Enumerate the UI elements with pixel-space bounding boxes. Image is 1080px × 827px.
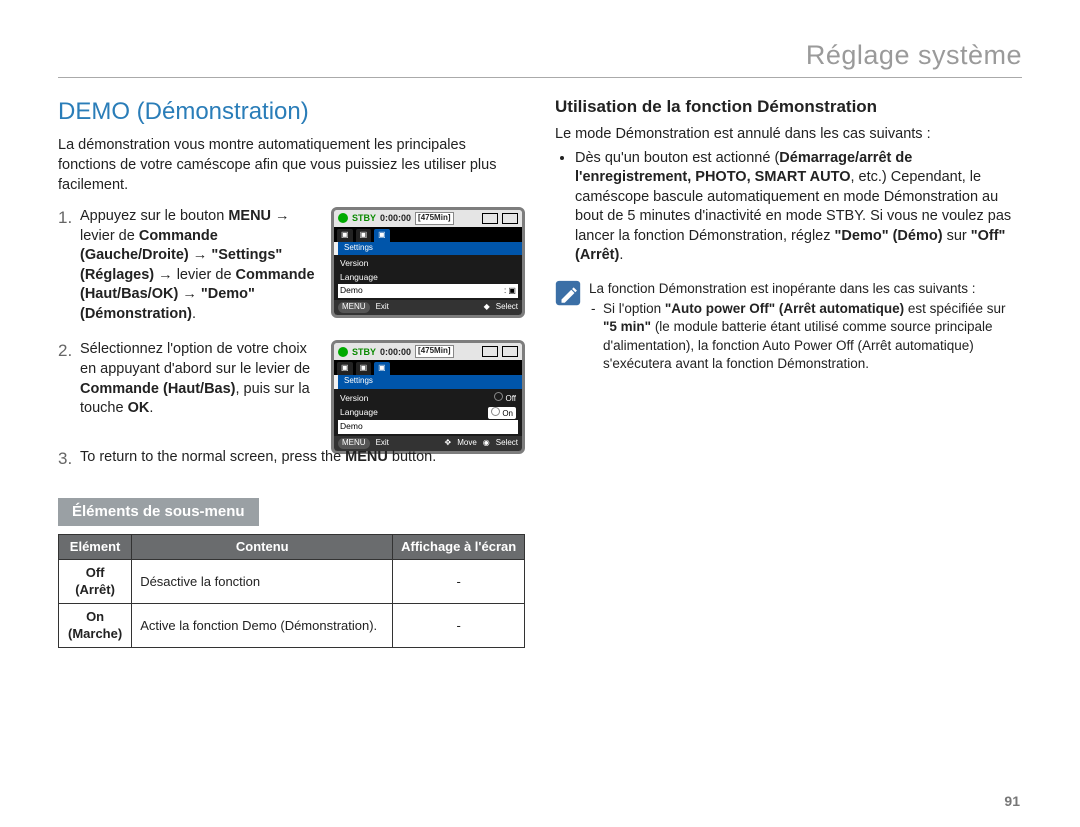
col-display: Affichage à l'écran [393, 535, 525, 560]
submenu-heading: Éléments de sous-menu [58, 498, 259, 526]
tab-icon: ▣ [337, 229, 353, 242]
lcd-tabs: ▣ ▣ ▣ [334, 360, 522, 375]
lcd-status-bar: STBY 0:00:00 [475Min] [334, 343, 522, 360]
step-3: To return to the normal screen, press th… [80, 448, 525, 468]
col-element: Elément [59, 535, 132, 560]
cell-display: - [393, 603, 525, 647]
joystick-icon: ◆ [484, 302, 490, 313]
lcd-screenshot-2: STBY 0:00:00 [475Min] ▣ ▣ ▣ Settin [331, 340, 525, 453]
menu-label: MENU [228, 208, 271, 224]
lcd-value-on-selected: On [488, 407, 516, 420]
lcd-menu-item: Language On [338, 406, 518, 421]
step-2: Sélectionnez l'option de votre choix en … [80, 340, 525, 432]
page-title: Réglage système [58, 40, 1022, 78]
lcd-menu-item-selected: Demo: ▣ [338, 284, 518, 297]
lcd-menu-btn: MENU [338, 438, 370, 449]
lcd-tab-label: Settings [338, 375, 522, 389]
left-column: DEMO (Démonstration) La démonstration vo… [58, 96, 525, 648]
lcd-select-label: Select [496, 438, 518, 449]
joystick-icon: ◉ [483, 438, 490, 449]
remaining-label: [475Min] [415, 345, 453, 358]
section-heading: DEMO (Démonstration) [58, 96, 525, 128]
record-dot-icon [338, 213, 348, 223]
lcd-move-label: Move [457, 438, 477, 449]
lcd-menu-btn: MENU [338, 302, 370, 313]
two-column-layout: DEMO (Démonstration) La démonstration vo… [58, 96, 1022, 648]
tab-icon: ▣ [356, 362, 372, 375]
lcd-menu-item-selected: Demo [338, 420, 518, 433]
lcd-menu-item: Language [338, 271, 518, 284]
step-1: Appuyez sur le bouton MENU → levier de C… [80, 207, 525, 324]
lcd-exit-label: Exit [376, 302, 389, 313]
lcd-tabs: ▣ ▣ ▣ [334, 227, 522, 242]
table-header-row: Elément Contenu Affichage à l'écran [59, 535, 525, 560]
note-item: Si l'option "Auto power Off" (Arrêt auto… [603, 300, 1022, 373]
tab-icon-active: ▣ [374, 229, 390, 242]
stby-label: STBY [352, 346, 376, 358]
page-number: 91 [1004, 793, 1020, 809]
radio-on-icon [491, 407, 500, 416]
step-text: Sélectionnez l'option de votre choix en … [80, 341, 310, 377]
step-text: To return to the normal screen, press th… [80, 449, 345, 465]
sdcard-icon [482, 346, 498, 357]
cell-element: Off(Arrêt) [59, 559, 132, 603]
cell-content: Active la fonction Demo (Démonstration). [132, 603, 393, 647]
right-column: Utilisation de la fonction Démonstration… [555, 96, 1022, 648]
lcd-tab-label: Settings [338, 242, 522, 256]
lcd-value-off: Off [494, 392, 516, 405]
note-text: La fonction Démonstration est inopérante… [589, 280, 1022, 373]
cell-display: - [393, 559, 525, 603]
radio-icon [494, 392, 503, 401]
time-label: 0:00:00 [380, 346, 411, 358]
submenu-table: Elément Contenu Affichage à l'écran Off(… [58, 534, 525, 648]
battery-icon [502, 213, 518, 224]
tab-icon-active: ▣ [374, 362, 390, 375]
cell-element: On(Marche) [59, 603, 132, 647]
remaining-label: [475Min] [415, 212, 453, 225]
lcd-menu: Version Language Demo: ▣ [334, 255, 522, 299]
table-row: Off(Arrêt) Désactive la fonction - [59, 559, 525, 603]
lcd-screenshot-1: STBY 0:00:00 [475Min] ▣ ▣ ▣ Settin [331, 207, 525, 318]
sdcard-icon [482, 213, 498, 224]
battery-icon [502, 346, 518, 357]
bullet-item: Dès qu'un bouton est actionné (Démarrage… [575, 149, 1022, 266]
time-label: 0:00:00 [380, 212, 411, 224]
bullet-list: Dès qu'un bouton est actionné (Démarrage… [555, 149, 1022, 266]
note-list: Si l'option "Auto power Off" (Arrêt auto… [589, 300, 1022, 373]
tab-icon: ▣ [337, 362, 353, 375]
lcd-status-bar: STBY 0:00:00 [475Min] [334, 210, 522, 227]
lcd-exit-label: Exit [376, 438, 389, 449]
lcd-select-label: Select [496, 302, 518, 313]
note-pencil-icon [555, 280, 581, 373]
cell-content: Désactive la fonction [132, 559, 393, 603]
steps-list: Appuyez sur le bouton MENU → levier de C… [58, 207, 525, 468]
subsection-heading: Utilisation de la fonction Démonstration [555, 96, 1022, 119]
tab-icon: ▣ [356, 229, 372, 242]
table-row: On(Marche) Active la fonction Demo (Démo… [59, 603, 525, 647]
lcd-value: : ▣ [504, 286, 516, 297]
step-text: Appuyez sur le bouton [80, 208, 228, 224]
stby-label: STBY [352, 212, 376, 224]
lcd-menu: Version Off Language On Demo [334, 389, 522, 436]
joystick-icon: ✥ [445, 438, 452, 449]
lcd-footer: MENU Exit ◆ Select [334, 300, 522, 315]
intro-paragraph: La démonstration vous montre automatique… [58, 136, 525, 195]
note-lead: La fonction Démonstration est inopérante… [589, 280, 1022, 298]
col-content: Contenu [132, 535, 393, 560]
note-block: La fonction Démonstration est inopérante… [555, 280, 1022, 373]
lead-text: Le mode Démonstration est annulé dans le… [555, 125, 1022, 145]
lcd-menu-item: Version Off [338, 391, 518, 406]
lcd-menu-item: Version [338, 257, 518, 270]
manual-page: Réglage système DEMO (Démonstration) La … [0, 0, 1080, 827]
record-dot-icon [338, 347, 348, 357]
